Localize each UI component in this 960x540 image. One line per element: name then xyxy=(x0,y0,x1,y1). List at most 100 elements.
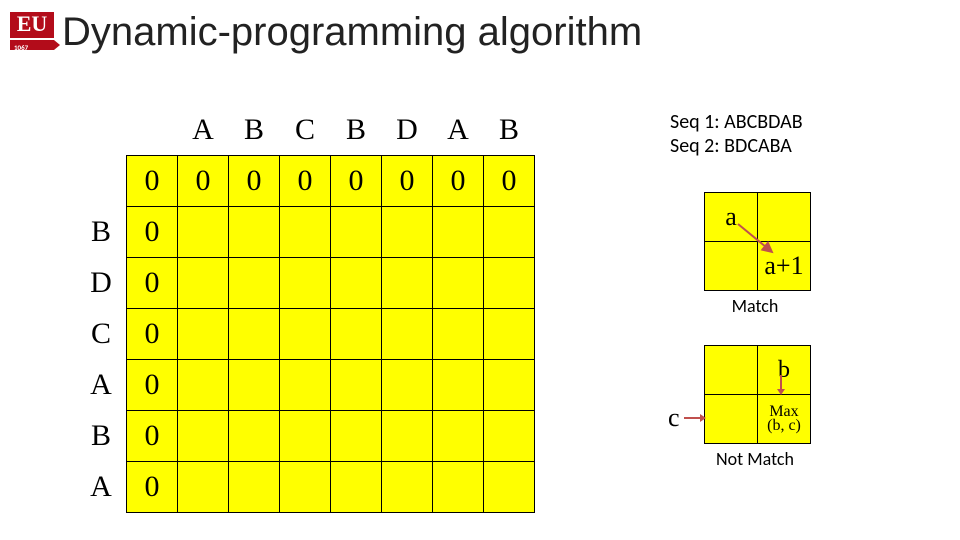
dp-cell xyxy=(331,462,382,513)
match-cell-bl xyxy=(705,242,758,291)
match-cell-tr xyxy=(758,193,811,242)
eu-logo-text: EU xyxy=(10,12,54,38)
notmatch-cell-tr: b xyxy=(758,346,811,395)
dp-col-header: A xyxy=(178,105,229,156)
dp-cell xyxy=(433,309,484,360)
dp-cell: 0 xyxy=(280,156,331,207)
dp-cell xyxy=(229,207,280,258)
dp-row-header: A xyxy=(76,462,127,513)
match-mini-table: a a+1 xyxy=(704,192,811,291)
dp-cell xyxy=(280,309,331,360)
dp-row-header xyxy=(76,156,127,207)
dp-cell xyxy=(331,360,382,411)
dp-cell xyxy=(433,411,484,462)
dp-cell: 0 xyxy=(127,411,178,462)
dp-cell: 0 xyxy=(127,156,178,207)
match-cell-tl: a xyxy=(705,193,758,242)
notmatch-caption: Not Match xyxy=(704,448,806,470)
dp-cell xyxy=(178,360,229,411)
dp-cell xyxy=(331,258,382,309)
dp-col-header xyxy=(127,105,178,156)
dp-col-header: B xyxy=(331,105,382,156)
dp-cell xyxy=(280,207,331,258)
dp-cell xyxy=(382,360,433,411)
eu-logo-year: 1067 xyxy=(14,43,28,52)
dp-table-area: A B C B D A B 0 0 0 0 0 0 0 0 B 0 xyxy=(76,105,535,513)
dp-cell xyxy=(178,207,229,258)
dp-cell xyxy=(280,462,331,513)
dp-cell xyxy=(280,411,331,462)
dp-cell xyxy=(229,360,280,411)
dp-corner xyxy=(76,105,127,156)
notmatch-left-label: c xyxy=(668,403,680,433)
dp-cell: 0 xyxy=(178,156,229,207)
dp-col-header: C xyxy=(280,105,331,156)
dp-cell xyxy=(382,411,433,462)
dp-cell xyxy=(484,258,535,309)
page-title: Dynamic-programming algorithm xyxy=(62,10,642,55)
dp-col-header: B xyxy=(484,105,535,156)
dp-cell xyxy=(280,258,331,309)
dp-cell xyxy=(484,462,535,513)
dp-cell xyxy=(178,411,229,462)
dp-cell xyxy=(433,462,484,513)
dp-cell xyxy=(229,411,280,462)
dp-cell: 0 xyxy=(331,156,382,207)
dp-cell xyxy=(229,309,280,360)
dp-cell xyxy=(331,411,382,462)
dp-row-header: B xyxy=(76,411,127,462)
dp-cell: 0 xyxy=(127,360,178,411)
dp-row-header: A xyxy=(76,360,127,411)
dp-cell xyxy=(382,462,433,513)
dp-cell: 0 xyxy=(127,309,178,360)
dp-cell: 0 xyxy=(382,156,433,207)
eu-logo-banner: 1067 xyxy=(10,38,54,52)
dp-cell xyxy=(382,207,433,258)
dp-cell xyxy=(433,207,484,258)
notmatch-cell-bl xyxy=(705,395,758,444)
dp-row-header: C xyxy=(76,309,127,360)
dp-row-header: B xyxy=(76,207,127,258)
dp-cell: 0 xyxy=(229,156,280,207)
notmatch-br-line2: (b, c) xyxy=(767,417,801,434)
match-legend: a a+1 Match xyxy=(670,192,840,317)
dp-col-header: D xyxy=(382,105,433,156)
dp-col-header: A xyxy=(433,105,484,156)
dp-cell xyxy=(280,360,331,411)
dp-cell: 0 xyxy=(127,258,178,309)
seq2-label: Seq 2: BDCABA xyxy=(670,134,930,158)
dp-row-header: D xyxy=(76,258,127,309)
dp-cell xyxy=(433,360,484,411)
dp-cell xyxy=(331,207,382,258)
dp-cell: 0 xyxy=(484,156,535,207)
dp-cell xyxy=(484,411,535,462)
match-cell-br: a+1 xyxy=(758,242,811,291)
dp-cell xyxy=(229,258,280,309)
seq1-label: Seq 1: ABCBDAB xyxy=(670,110,930,134)
eu-logo: EU 1067 xyxy=(10,12,54,56)
dp-cell: 0 xyxy=(433,156,484,207)
legend-panel: Seq 1: ABCBDAB Seq 2: BDCABA a a+1 Match xyxy=(670,110,930,470)
notmatch-cell-tl xyxy=(705,346,758,395)
dp-cell xyxy=(484,360,535,411)
arrow-down-icon xyxy=(780,375,782,389)
dp-cell: 0 xyxy=(127,207,178,258)
dp-cell xyxy=(178,258,229,309)
notmatch-legend: b Max (b, c) c Not Match xyxy=(670,345,860,470)
dp-cell xyxy=(433,258,484,309)
dp-cell xyxy=(331,309,382,360)
dp-cell xyxy=(382,309,433,360)
dp-cell: 0 xyxy=(127,462,178,513)
notmatch-mini-table: b Max (b, c) xyxy=(704,345,811,444)
dp-cell xyxy=(178,309,229,360)
dp-table: A B C B D A B 0 0 0 0 0 0 0 0 B 0 xyxy=(76,105,535,513)
arrow-right-icon xyxy=(684,417,700,419)
dp-cell xyxy=(382,258,433,309)
dp-col-header: B xyxy=(229,105,280,156)
match-caption: Match xyxy=(704,295,806,317)
dp-cell xyxy=(229,462,280,513)
dp-cell xyxy=(484,207,535,258)
dp-cell xyxy=(484,309,535,360)
notmatch-cell-br: Max (b, c) xyxy=(758,395,811,444)
dp-cell xyxy=(178,462,229,513)
